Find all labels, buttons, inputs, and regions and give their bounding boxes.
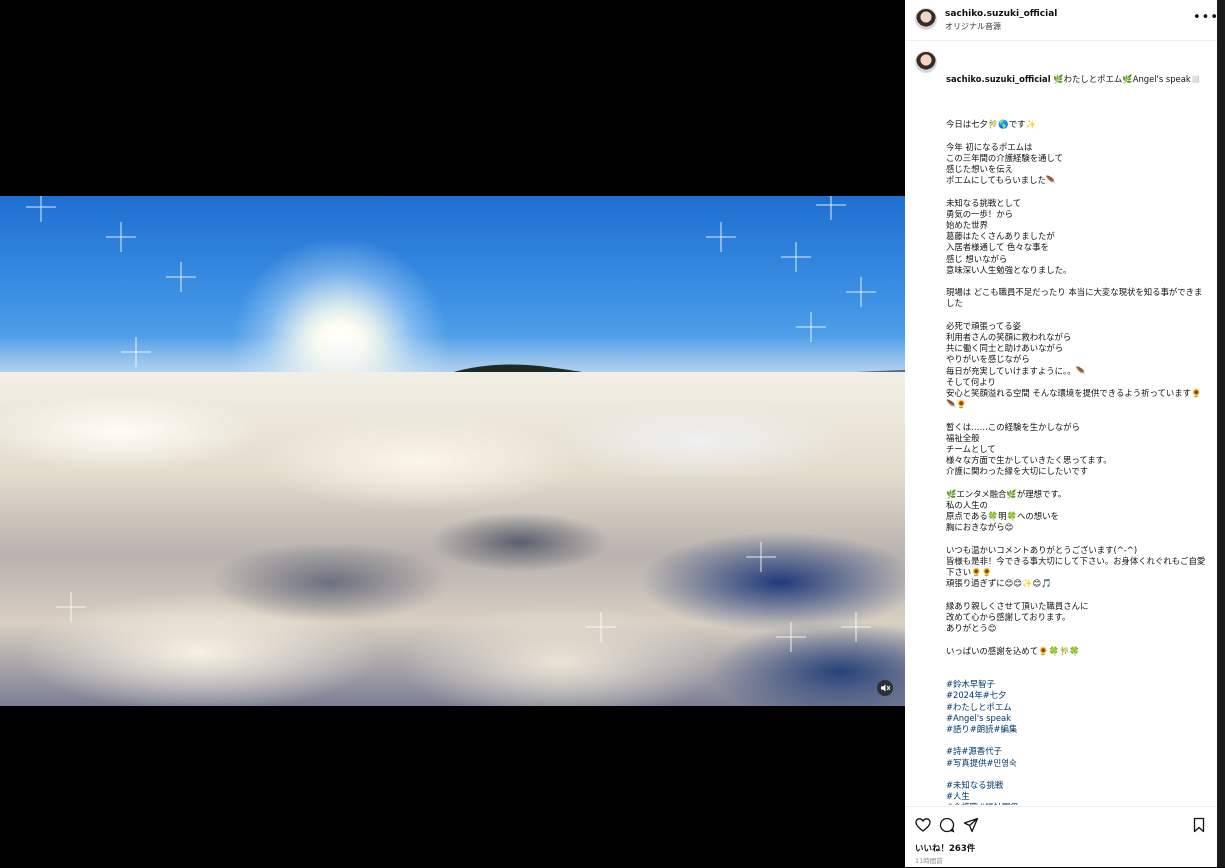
- sparkle-icon: [40, 206, 42, 208]
- caption-line: [946, 410, 1208, 421]
- sparkle-icon: [70, 606, 72, 608]
- caption-line: チームとして: [946, 444, 996, 455]
- sea-of-clouds: [0, 372, 905, 706]
- sparkle-icon: [720, 236, 722, 238]
- caption-line: 葛藤はたくさんありましたが: [946, 231, 1055, 242]
- avatar[interactable]: [915, 8, 937, 30]
- sparkle-icon: [180, 276, 182, 278]
- sparkle-icon: [855, 626, 857, 628]
- caption-line: [946, 478, 1208, 489]
- caption-line: 福祉全般: [946, 432, 980, 443]
- sparkle-icon: [830, 204, 832, 206]
- caption-line: 入居者様通して 色々な事を: [946, 242, 1049, 253]
- avatar[interactable]: [915, 51, 937, 73]
- caption-line: 安心と笑顔溢れる空間 そんな環境を提供できるよう祈っています🌻🪶🌻: [946, 388, 1202, 410]
- caption-line: 未知なる挑戦として: [946, 197, 1022, 208]
- hashtag-link[interactable]: #Angel's speak: [946, 713, 1208, 724]
- caption-line: [946, 276, 1208, 287]
- caption-line: 毎日が充実していけますように。。🪶: [946, 365, 1086, 376]
- hashtag-link[interactable]: #未知なる挑戦: [946, 780, 1208, 791]
- post-side-panel: sachiko.suzuki_official オリジナル音源 ••• sach…: [905, 0, 1219, 868]
- sparkle-icon: [790, 636, 792, 638]
- caption-line: [946, 130, 1208, 141]
- hashtag-link[interactable]: #人生: [946, 791, 1208, 802]
- caption-line: いつも温かいコメントありがとうございます(^-^): [946, 544, 1138, 555]
- scrollbar[interactable]: [1217, 0, 1225, 867]
- caption-line: 感じた想いを伝え: [946, 164, 1013, 174]
- caption-line: 意味深い人生勉強となりました。: [946, 264, 1072, 275]
- caption-line: 始めた世界: [946, 220, 988, 230]
- hashtag-link[interactable]: #わたしとポエム: [946, 702, 1208, 713]
- caption-line: そして何より: [946, 376, 996, 387]
- likes-count[interactable]: いいね！263件: [915, 842, 975, 854]
- caption-line: [946, 590, 1208, 601]
- caption-line: 様々な方面で生かしていきたく思ってます。: [946, 455, 1112, 466]
- caption-line: [946, 735, 1208, 746]
- caption-line: 介護に関わった縁を大切にしたいです: [946, 466, 1089, 477]
- video-frame[interactable]: [0, 196, 905, 706]
- hashtag-link[interactable]: #写真提供#민영숙: [946, 758, 1208, 769]
- caption-hashtags: #鈴木早智子 #2024年#七夕 #わたしとポエム #Angel's speak #語り…: [946, 679, 1208, 805]
- more-options-icon[interactable]: •••: [1193, 11, 1219, 25]
- caption-line: ポエムにしてもらいました🪶: [946, 175, 1057, 186]
- caption-line: 今日は七夕🎋🌎です✨: [946, 119, 1036, 130]
- sparkle-icon: [600, 626, 602, 628]
- caption-line: [946, 769, 1208, 780]
- caption-line: 今年 初になるポエムは: [946, 141, 1033, 152]
- header-username[interactable]: sachiko.suzuki_official: [945, 9, 1057, 19]
- caption-line: 縁あり親しくさせて頂いた職員さんに: [946, 600, 1089, 611]
- hashtag-link[interactable]: #介護職#福祉関係: [946, 802, 1208, 805]
- caption-scroll-area[interactable]: sachiko.suzuki_official 🌿わたしとポエム🌿Angel's…: [905, 41, 1217, 805]
- hashtag-link[interactable]: #鈴木早智子: [946, 679, 1208, 690]
- caption-line: 私の人生の: [946, 500, 988, 511]
- caption-line: 共に働く同士と助けあいながら: [946, 343, 1064, 354]
- paper-plane-icon[interactable]: [963, 817, 979, 833]
- sparkle-icon: [810, 326, 812, 328]
- speaker-muted-icon[interactable]: [877, 680, 893, 696]
- post-header: sachiko.suzuki_official オリジナル音源 •••: [905, 0, 1219, 41]
- caption-line: いっぱいの感謝を込めて🌻🍀🎋🍀: [946, 645, 1080, 656]
- post-timestamp[interactable]: 11時間前: [915, 855, 943, 865]
- caption-line: ありがとう😊: [946, 623, 997, 634]
- action-bar: いいね！263件 11時間前: [905, 806, 1217, 868]
- audio-label[interactable]: オリジナル音源: [945, 21, 1001, 32]
- caption-line: [946, 534, 1208, 545]
- caption-username[interactable]: sachiko.suzuki_official: [946, 74, 1051, 84]
- caption-line: 必死で頑張ってる姿: [946, 320, 1021, 331]
- hashtag-link[interactable]: #2024年#七夕: [946, 690, 1208, 701]
- heart-icon[interactable]: [915, 817, 931, 833]
- caption-line: 胸におきながら😊: [946, 522, 1014, 533]
- media-pane[interactable]: [0, 0, 905, 867]
- sparkle-icon: [760, 556, 762, 558]
- caption-line: この三年間の介護経験を通して: [946, 152, 1063, 163]
- caption-body: 今日は七夕🎋🌎です✨ 今年 初になるポエムは この三年間の介護経験を通して 感じた想い…: [946, 108, 1208, 657]
- sparkle-icon: [135, 351, 137, 353]
- caption-line: 利用者さんの笑顔に救われながら: [946, 332, 1072, 342]
- caption-line: 勇気の一歩！から: [946, 208, 1013, 219]
- caption-text: sachiko.suzuki_official 🌿わたしとポエム🌿Angel's…: [946, 52, 1208, 805]
- caption-line: 改めて心から感謝しております。: [946, 612, 1071, 623]
- caption-line: 暫くは……この経験を生かしながら: [946, 421, 1080, 432]
- bookmark-icon[interactable]: [1191, 817, 1207, 833]
- caption-line: [946, 186, 1208, 197]
- caption-line: 現場は どこも職員不足だったり 本当に大変な現状を知る事ができました: [946, 287, 1203, 309]
- caption-line: 🌿エンタメ融合🌿が理想です。: [946, 488, 1067, 499]
- sparkle-icon: [120, 236, 122, 238]
- caption-line: 原点である🍀明🍀への想いを: [946, 511, 1059, 522]
- caption-title: 🌿わたしとポエム🌿Angel's speak◻️: [1050, 74, 1202, 85]
- caption-line: 頑張り過ぎずに😊😊✨😊🎵: [946, 578, 1052, 589]
- caption-line: やりがいを感じながら: [946, 354, 1030, 365]
- hashtag-link[interactable]: #詩#源香代子: [946, 746, 1208, 757]
- caption-line: [946, 634, 1208, 645]
- sparkle-icon: [795, 256, 797, 258]
- comment-icon[interactable]: [939, 817, 955, 833]
- sparkle-icon: [860, 291, 862, 293]
- caption-line: [946, 108, 1208, 119]
- caption-line: [946, 310, 1208, 321]
- caption-line: 皆様も是非！今できる事大切にして下さい。お身体くれぐれもご自愛下さい🌻🌻: [946, 556, 1206, 578]
- caption-line: 感じ 想いながら: [946, 253, 1008, 264]
- hashtag-link[interactable]: #語り#朗読#編集: [946, 724, 1208, 735]
